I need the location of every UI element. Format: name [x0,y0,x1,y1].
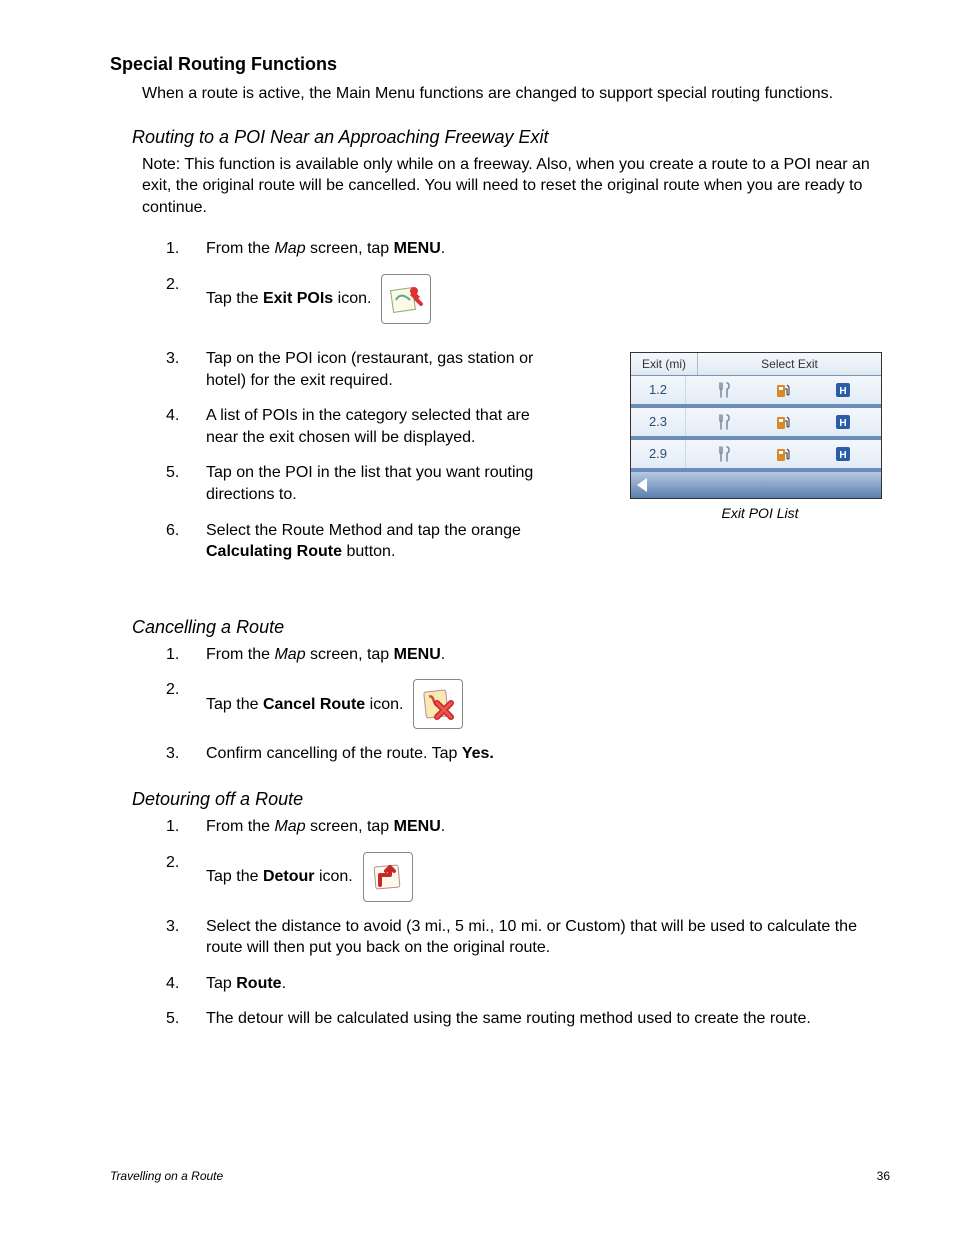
step-text: icon. [365,696,403,713]
step-text: Map [274,240,305,257]
gas-station-icon[interactable] [774,445,792,463]
steps-list: From the Map screen, tap MENU. Tap the C… [166,644,890,765]
section-heading: Special Routing Functions [110,54,890,75]
svg-text:H: H [840,418,847,429]
step-item: Tap the Detour icon. [166,852,890,902]
footer-section-name: Travelling on a Route [110,1169,223,1183]
hotel-icon[interactable]: H [834,381,852,399]
step-text: Yes. [462,745,494,762]
step-text: MENU [394,646,441,663]
step-text: From the [206,646,274,663]
exit-list-footer [631,472,881,498]
step-text: Tap the [206,696,263,713]
step-text: Confirm cancelling of the route. Tap [206,745,462,762]
page-footer: Travelling on a Route 36 [110,1169,890,1183]
header-exit-mi: Exit (mi) [631,353,698,375]
subsection-heading-detour: Detouring off a Route [132,789,890,810]
step-text: icon. [333,290,371,307]
cancel-route-icon [413,679,463,729]
subsection-heading-cancel: Cancelling a Route [132,617,890,638]
section-intro: When a route is active, the Main Menu fu… [142,83,890,105]
step-text: MENU [394,240,441,257]
step-text: screen, tap [306,240,394,257]
back-icon[interactable] [637,478,647,492]
step-item: Tap the Cancel Route icon. [166,679,890,729]
step-item: Confirm cancelling of the route. Tap Yes… [166,743,890,765]
step-item: A list of POIs in the category selected … [166,405,546,448]
step-text: screen, tap [306,818,394,835]
subsection-heading-poi: Routing to a POI Near an Approaching Fre… [132,127,890,148]
step-text: Tap the [206,868,263,885]
exit-row[interactable]: 1.2 H [631,376,881,404]
gas-station-icon[interactable] [774,381,792,399]
exit-row[interactable]: 2.3 H [631,408,881,436]
step-text: From the [206,818,274,835]
page-number: 36 [877,1169,890,1183]
step-text: Cancel Route [263,696,365,713]
step-text: Exit POIs [263,290,333,307]
restaurant-icon[interactable] [715,413,733,431]
step-text: . [282,975,286,992]
step-text: Tap the [206,290,263,307]
step-text: Tap [206,975,236,992]
svg-text:H: H [840,450,847,461]
step-item: Tap the Exit POIs icon. [166,274,890,324]
exit-poi-list: Exit (mi) Select Exit 1.2 H 2.3 [630,352,882,499]
exit-distance: 1.2 [631,376,686,404]
step-item: From the Map screen, tap MENU. [166,816,890,838]
header-select-exit: Select Exit [698,353,881,375]
step-text: Detour [263,868,315,885]
exit-distance: 2.9 [631,440,686,468]
step-text: Select the Route Method and tap the oran… [206,522,521,539]
exit-row[interactable]: 2.9 H [631,440,881,468]
subsection-note: Note: This function is available only wh… [142,154,890,219]
step-text: Map [274,818,305,835]
step-item: From the Map screen, tap MENU. [166,238,890,260]
figure-caption: Exit POI List [630,505,890,521]
step-item: The detour will be calculated using the … [166,1008,890,1030]
step-item: From the Map screen, tap MENU. [166,644,890,666]
svg-text:H: H [840,386,847,397]
step-text: From the [206,240,274,257]
step-text: MENU [394,818,441,835]
step-text: . [441,646,445,663]
restaurant-icon[interactable] [715,381,733,399]
step-text: . [441,240,445,257]
steps-list: From the Map screen, tap MENU. Tap the E… [166,238,890,324]
exit-list-header: Exit (mi) Select Exit [631,353,881,376]
step-text: Route [236,975,281,992]
gas-station-icon[interactable] [774,413,792,431]
exit-distance: 2.3 [631,408,686,436]
detour-icon [363,852,413,902]
step-text: screen, tap [306,646,394,663]
step-item: Select the Route Method and tap the oran… [166,520,546,563]
step-text: icon. [315,868,353,885]
hotel-icon[interactable]: H [834,445,852,463]
step-item: Tap on the POI icon (restaurant, gas sta… [166,348,546,391]
restaurant-icon[interactable] [715,445,733,463]
step-item: Select the distance to avoid (3 mi., 5 m… [166,916,890,959]
hotel-icon[interactable]: H [834,413,852,431]
step-text: Calculating Route [206,543,342,560]
exit-poi-figure: Exit (mi) Select Exit 1.2 H 2.3 [630,352,890,521]
step-item: Tap Route. [166,973,890,995]
steps-list: From the Map screen, tap MENU. Tap the D… [166,816,890,1030]
step-text: button. [342,543,395,560]
step-text: Map [274,646,305,663]
step-text: . [441,818,445,835]
exit-pois-icon [381,274,431,324]
step-item: Tap on the POI in the list that you want… [166,462,546,505]
steps-list: Tap on the POI icon (restaurant, gas sta… [166,348,610,577]
